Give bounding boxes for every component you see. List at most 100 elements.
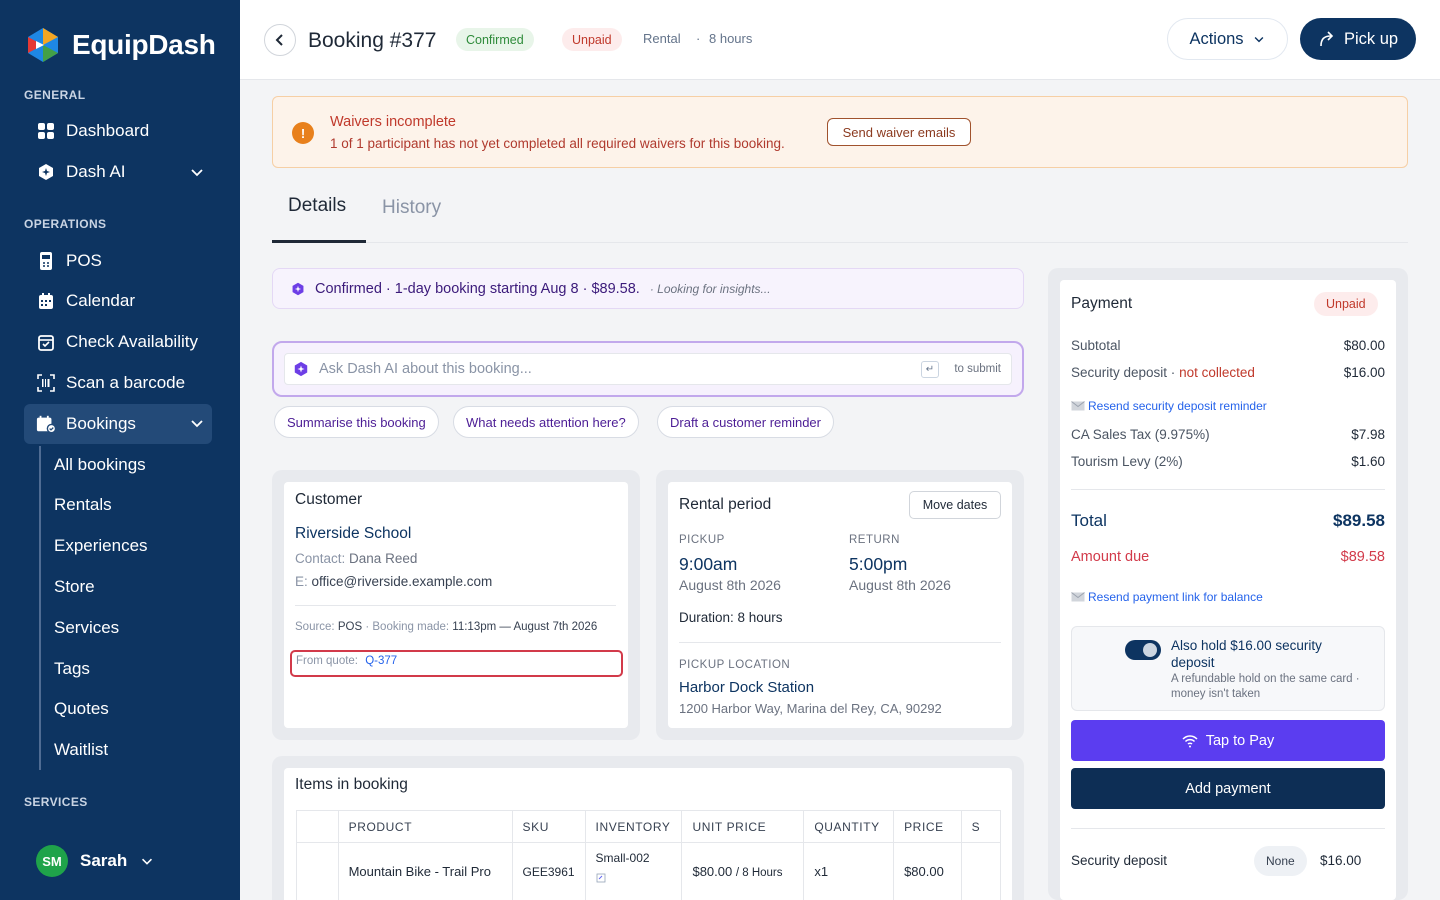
calendar-icon — [36, 291, 56, 311]
ask-placeholder: Ask Dash AI about this booking... — [319, 361, 532, 377]
chevron-down-icon — [191, 420, 203, 428]
add-payment-button[interactable]: Add payment — [1071, 768, 1385, 809]
booking-duration: 8 hours — [709, 31, 753, 46]
pickup-time: 9:00am — [679, 554, 738, 574]
sku-cell: GEE3961 — [511, 842, 586, 900]
enter-key-icon: ↵ — [921, 361, 939, 378]
items-title: Items in booking — [295, 776, 408, 793]
send-waiver-emails-button[interactable]: Send waiver emails — [827, 118, 971, 146]
tax-value: $7.98 — [1351, 427, 1385, 442]
column-status: S — [960, 810, 1001, 843]
resend-deposit-link[interactable]: Resend security deposit reminder — [1071, 399, 1267, 413]
insight-summary: Confirmed · 1-day booking starting Aug 8… — [315, 280, 640, 297]
pickup-location-caption: PICKUP LOCATION — [679, 659, 791, 671]
unit-price-suffix: / 8 Hours — [735, 867, 783, 879]
table-row[interactable]: Mountain Bike - Trail Pro GEE3961 Small-… — [296, 842, 1001, 900]
waiver-warning-banner: ! Waivers incomplete 1 of 1 participant … — [272, 96, 1408, 168]
sidebar-subitem-experiences[interactable]: Experiences — [54, 536, 148, 556]
banner-title: Waivers incomplete — [330, 114, 456, 130]
chip-what-needs-attention[interactable]: What needs attention here? — [453, 406, 639, 438]
security-deposit-label: Security deposit — [1071, 853, 1168, 868]
highlight-box — [290, 650, 623, 677]
avatar: SM — [36, 845, 68, 877]
levy-value: $1.60 — [1351, 454, 1385, 469]
column-inventory: INVENTORY — [584, 810, 683, 843]
resend-payment-label: Resend payment link for balance — [1088, 590, 1263, 604]
payment-divider — [1071, 489, 1385, 490]
customer-name[interactable]: Riverside School — [295, 525, 411, 543]
resend-payment-link[interactable]: Resend payment link for balance — [1071, 590, 1263, 604]
section-operations-label: OPERATIONS — [24, 217, 107, 231]
booking-made-label: Booking made: — [372, 621, 450, 633]
chip-draft-reminder[interactable]: Draft a customer reminder — [657, 406, 834, 438]
chip-summarise[interactable]: Summarise this booking — [274, 406, 439, 438]
app-logo[interactable]: EquipDash — [24, 26, 216, 64]
chevron-down-icon — [142, 858, 153, 865]
tap-to-pay-button[interactable]: Tap to Pay — [1071, 720, 1385, 761]
customer-card-title: Customer — [295, 491, 363, 508]
payment-footer-divider — [1071, 828, 1385, 829]
move-dates-button[interactable]: Move dates — [909, 491, 1001, 519]
actions-button[interactable]: Actions — [1167, 18, 1288, 60]
email-value[interactable]: office@riverside.example.com — [312, 574, 493, 589]
sidebar-item-scan-barcode[interactable]: Scan a barcode — [24, 364, 212, 402]
sidebar-item-label: Dashboard — [66, 121, 150, 140]
pickup-location-name: Harbor Dock Station — [679, 679, 815, 696]
price-cell: $80.00 — [893, 842, 962, 900]
sidebar-item-label: POS — [66, 251, 102, 270]
table-header-row: PRODUCT SKU INVENTORY UNIT PRICE QUANTIT… — [296, 810, 1001, 843]
submit-hint: to submit — [954, 363, 1001, 375]
sidebar-item-dash-ai[interactable]: Dash AI — [24, 153, 212, 191]
sidebar-subitem-store[interactable]: Store — [54, 577, 95, 597]
sidebar-subitem-all-bookings[interactable]: All bookings — [54, 455, 146, 475]
sidebar-item-bookings[interactable]: Bookings — [24, 404, 212, 444]
edit-icon[interactable] — [596, 873, 606, 883]
sidebar: EquipDash GENERAL Dashboard Dash AI OPER… — [0, 0, 240, 900]
deposit-line: Security deposit · not collected — [1071, 365, 1255, 380]
status-badge: Confirmed — [456, 28, 534, 51]
inventory-value: Small-002 — [595, 851, 650, 865]
sidebar-item-dashboard[interactable]: Dashboard — [24, 112, 212, 150]
sidebar-item-calendar[interactable]: Calendar — [24, 282, 212, 320]
ai-shield-icon — [36, 162, 56, 182]
sidebar-item-label: Check Availability — [66, 332, 198, 351]
items-table: PRODUCT SKU INVENTORY UNIT PRICE QUANTIT… — [296, 810, 1001, 900]
total-label: Total — [1071, 511, 1107, 530]
sidebar-item-label: Calendar — [66, 291, 135, 310]
back-button[interactable] — [264, 24, 296, 56]
customer-divider — [295, 605, 616, 606]
bookings-icon — [36, 414, 56, 434]
tab-details[interactable]: Details — [288, 195, 346, 217]
return-date: August 8th 2026 — [849, 577, 951, 593]
wifi-contactless-icon — [1182, 734, 1198, 747]
ai-insight-bar: Confirmed · 1-day booking starting Aug 8… — [272, 268, 1024, 309]
pick-up-button[interactable]: Pick up — [1300, 18, 1416, 60]
sidebar-subitem-quotes[interactable]: Quotes — [54, 699, 109, 719]
deposit-status-pill: None — [1254, 846, 1307, 876]
toggle-knob — [1143, 643, 1157, 657]
user-menu[interactable]: SM Sarah — [36, 845, 155, 877]
product-cell: Mountain Bike - Trail Pro — [337, 842, 513, 900]
security-deposit-value: $16.00 — [1320, 853, 1362, 868]
mail-icon — [1071, 592, 1085, 602]
payment-title: Payment — [1071, 295, 1133, 312]
mail-icon — [1071, 401, 1085, 411]
hold-deposit-toggle[interactable] — [1125, 640, 1161, 660]
chevron-left-icon — [275, 34, 283, 46]
sidebar-item-pos[interactable]: POS — [24, 242, 212, 280]
sidebar-subitem-rentals[interactable]: Rentals — [54, 495, 112, 515]
pick-up-label: Pick up — [1343, 29, 1399, 48]
ask-dash-ai-input[interactable]: Ask Dash AI about this booking... ↵ to s… — [284, 353, 1012, 385]
subtotal-value: $80.00 — [1343, 338, 1385, 353]
row-select-cell[interactable] — [296, 842, 339, 900]
subtotal-label: Subtotal — [1071, 338, 1121, 353]
warning-icon: ! — [292, 122, 314, 144]
return-caption: RETURN — [849, 534, 900, 546]
sidebar-subitem-tags[interactable]: Tags — [54, 659, 90, 679]
tab-history[interactable]: History — [382, 197, 441, 219]
return-time: 5:00pm — [849, 554, 908, 574]
rental-divider — [679, 642, 1001, 643]
sidebar-item-check-availability[interactable]: Check Availability — [24, 323, 212, 361]
sidebar-subitem-services[interactable]: Services — [54, 618, 119, 638]
sidebar-subitem-waitlist[interactable]: Waitlist — [54, 740, 108, 760]
